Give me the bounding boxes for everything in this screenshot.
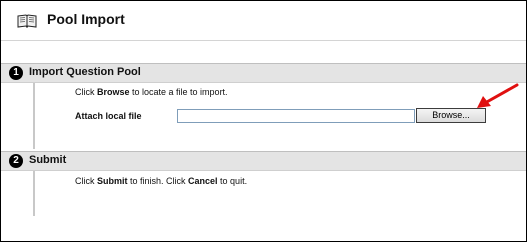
instruction-text: to quit.	[217, 176, 248, 186]
step-header-import-question-pool: 1 Import Question Pool	[1, 63, 526, 83]
instruction-keyword-cancel: Cancel	[188, 176, 218, 186]
step-guide-line	[33, 171, 35, 216]
step-title: Submit	[29, 154, 67, 166]
step-guide-line	[33, 83, 35, 149]
step-header-submit: 2 Submit	[1, 151, 526, 171]
file-path-input[interactable]	[177, 109, 415, 123]
import-instruction: Click Browse to locate a file to import.	[75, 87, 228, 97]
page-title: Pool Import	[47, 11, 125, 27]
instruction-text: Click	[75, 176, 97, 186]
red-arrow-icon	[477, 83, 519, 108]
attach-local-file-label: Attach local file	[75, 111, 142, 121]
pool-import-page: Pool Import 1 Import Question Pool Click…	[0, 0, 527, 242]
instruction-text: Click	[75, 87, 97, 97]
title-bar: Pool Import	[1, 1, 526, 39]
instruction-keyword-browse: Browse	[97, 87, 130, 97]
title-divider	[1, 40, 526, 41]
instruction-text: to finish. Click	[127, 176, 189, 186]
instruction-text: to locate a file to import.	[129, 87, 228, 97]
step-number-badge: 2	[9, 154, 23, 168]
step-number-badge: 1	[9, 66, 23, 80]
book-icon	[17, 14, 37, 29]
step-title: Import Question Pool	[29, 66, 141, 78]
submit-instruction: Click Submit to finish. Click Cancel to …	[75, 176, 247, 186]
instruction-keyword-submit: Submit	[97, 176, 128, 186]
